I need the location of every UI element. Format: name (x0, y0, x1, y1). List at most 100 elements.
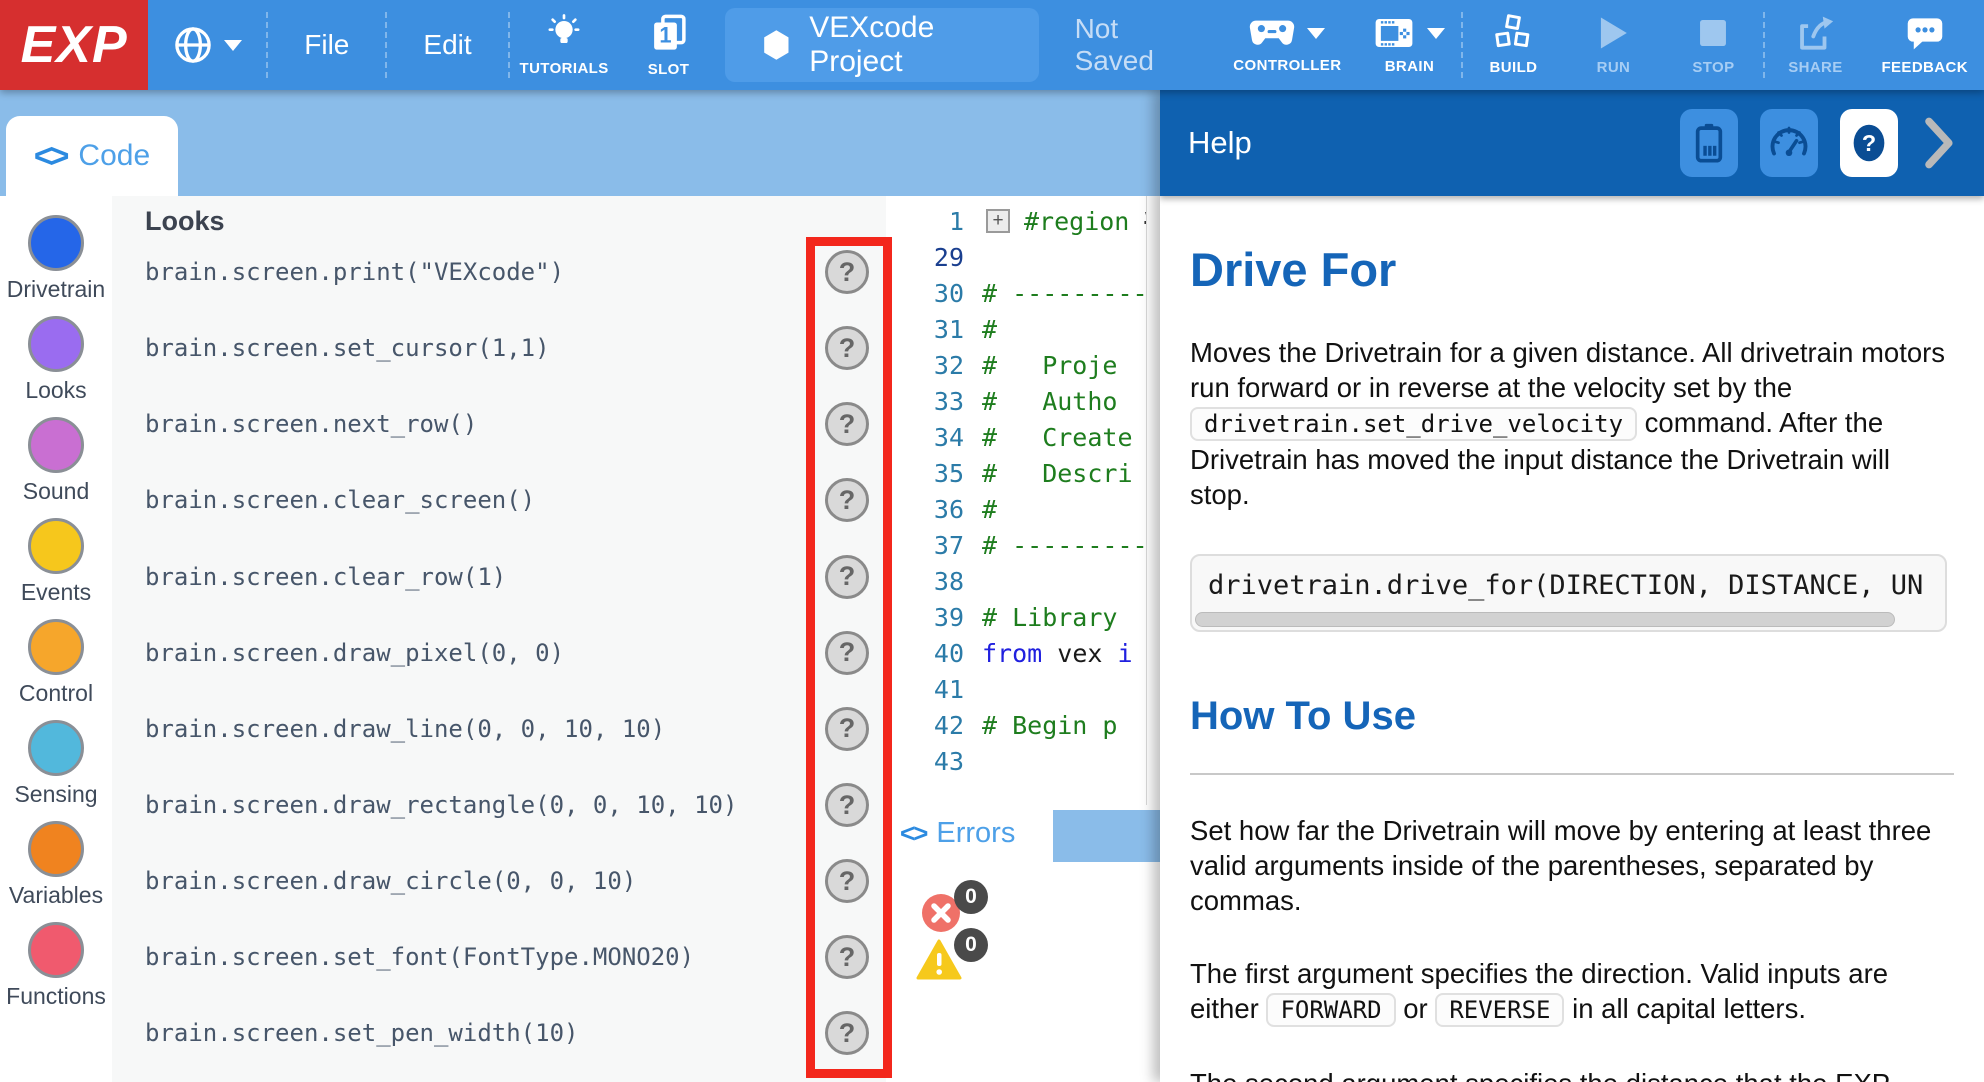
warning-count-badge: 0 (954, 928, 988, 962)
build-button[interactable]: BUILD (1463, 0, 1563, 90)
editor-line[interactable]: 42# Begin p (886, 707, 1160, 743)
editor-line[interactable]: 39# Library (886, 599, 1160, 635)
command-item[interactable]: brain.screen.draw_line(0, 0, 10, 10)? (112, 691, 886, 767)
command-text[interactable]: brain.screen.draw_rectangle(0, 0, 10, 10… (145, 791, 737, 819)
command-text[interactable]: brain.screen.print("VEXcode") (145, 258, 564, 286)
command-item[interactable]: brain.screen.draw_circle(0, 0, 10)? (112, 843, 886, 919)
command-text[interactable]: brain.screen.draw_line(0, 0, 10, 10) (145, 715, 665, 743)
command-help-button[interactable]: ? (825, 1011, 869, 1055)
error-count-badge: 0 (954, 880, 988, 914)
command-text[interactable]: brain.screen.clear_row(1) (145, 563, 506, 591)
share-button[interactable]: SHARE (1765, 0, 1865, 90)
brain-button[interactable]: BRAIN (1357, 0, 1461, 90)
category-color-circle[interactable] (28, 215, 84, 271)
file-menu[interactable]: File (268, 0, 385, 90)
command-text[interactable]: brain.screen.set_font(FontType.MONO20) (145, 943, 694, 971)
sidebar-category-events[interactable]: Events (0, 518, 112, 619)
command-item[interactable]: brain.screen.draw_pixel(0, 0)? (112, 615, 886, 691)
category-color-circle[interactable] (28, 619, 84, 675)
command-item[interactable]: brain.screen.clear_screen()? (112, 462, 886, 538)
line-number: 31 (886, 315, 964, 344)
tab-code[interactable]: <> Code (6, 116, 178, 196)
editor-line[interactable]: 38 (886, 563, 1160, 599)
editor-line[interactable]: 40from vex i (886, 635, 1160, 671)
editor-line[interactable]: 35# Descri (886, 455, 1160, 491)
command-item[interactable]: brain.screen.draw_rectangle(0, 0, 10, 10… (112, 767, 886, 843)
command-item[interactable]: brain.screen.print("VEXcode")? (112, 234, 886, 310)
project-name-button[interactable]: VEXcode Project (725, 8, 1039, 82)
command-help-button[interactable]: ? (825, 478, 869, 522)
command-text[interactable]: brain.screen.set_cursor(1,1) (145, 334, 550, 362)
stop-button[interactable]: STOP (1663, 0, 1763, 90)
controller-button[interactable]: CONTROLLER (1217, 0, 1357, 90)
feedback-button[interactable]: FEEDBACK (1865, 0, 1984, 90)
sidebar-category-control[interactable]: Control (0, 619, 112, 720)
editor-scrollbar[interactable] (1146, 196, 1160, 805)
stop-square-icon (1695, 14, 1731, 52)
command-help-button[interactable]: ? (825, 555, 869, 599)
command-item[interactable]: brain.screen.set_font(FontType.MONO20)? (112, 919, 886, 995)
editor-line[interactable]: 33# Autho (886, 383, 1160, 419)
sidebar-category-drivetrain[interactable]: Drivetrain (0, 215, 112, 316)
editor-line[interactable]: 36# (886, 491, 1160, 527)
editor-line[interactable]: 29 (886, 239, 1160, 275)
run-button[interactable]: RUN (1563, 0, 1663, 90)
device-info-button[interactable] (1680, 109, 1738, 177)
slot-button[interactable]: 1 SLOT (619, 0, 719, 90)
category-color-circle[interactable] (28, 720, 84, 776)
command-help-button[interactable]: ? (825, 935, 869, 979)
command-help-button[interactable]: ? (825, 326, 869, 370)
command-text[interactable]: brain.screen.draw_circle(0, 0, 10) (145, 867, 636, 895)
editor-line[interactable]: 1+#region VE (886, 203, 1160, 239)
sidebar-category-sound[interactable]: Sound (0, 417, 112, 518)
sidebar-category-looks[interactable]: Looks (0, 316, 112, 417)
project-name: VEXcode Project (809, 11, 1002, 79)
category-color-circle[interactable] (28, 821, 84, 877)
signature-scrollbar-thumb[interactable] (1195, 612, 1895, 627)
category-label: Sensing (14, 781, 97, 808)
editor-line[interactable]: 34# Create (886, 419, 1160, 455)
command-help-button[interactable]: ? (825, 631, 869, 675)
fold-expand-button[interactable]: + (986, 209, 1010, 233)
command-help-button[interactable]: ? (825, 707, 869, 751)
sidebar-category-functions[interactable]: Functions (0, 922, 112, 1023)
editor-line[interactable]: 30# ------------------ (886, 275, 1160, 311)
sidebar-category-sensing[interactable]: Sensing (0, 720, 112, 821)
command-help-button[interactable]: ? (825, 250, 869, 294)
command-item[interactable]: brain.screen.set_pen_width(10)? (112, 995, 886, 1071)
globe-icon (172, 24, 214, 66)
command-help-button[interactable]: ? (825, 859, 869, 903)
command-item[interactable]: brain.screen.clear_row(1)? (112, 539, 886, 615)
help-intro-paragraph: Moves the Drivetrain for a given distanc… (1190, 335, 1954, 512)
code-editor-panel[interactable]: 1+#region VE2930# ------------------31#3… (886, 196, 1160, 1082)
editor-line[interactable]: 32# Proje (886, 347, 1160, 383)
command-text[interactable]: brain.screen.draw_pixel(0, 0) (145, 639, 564, 667)
brain-icon (1373, 15, 1415, 51)
feedback-bubble-icon (1904, 14, 1946, 52)
editor-line[interactable]: 41 (886, 671, 1160, 707)
collapse-chevron-icon[interactable] (1920, 115, 1956, 171)
command-text[interactable]: brain.screen.set_pen_width(10) (145, 1019, 578, 1047)
editor-line[interactable]: 31# (886, 311, 1160, 347)
language-menu[interactable] (148, 0, 266, 90)
category-color-circle[interactable] (28, 922, 84, 978)
dashboard-button[interactable] (1760, 109, 1818, 177)
editor-line[interactable]: 43 (886, 743, 1160, 779)
line-number: 34 (886, 423, 964, 452)
edit-menu[interactable]: Edit (387, 0, 507, 90)
command-help-button[interactable]: ? (825, 402, 869, 446)
tab-errors[interactable]: <> Errors (886, 805, 1053, 862)
help-button[interactable]: ? (1840, 109, 1898, 177)
command-text[interactable]: brain.screen.next_row() (145, 410, 477, 438)
category-label: Functions (6, 983, 106, 1010)
editor-line[interactable]: 37# ------------------ (886, 527, 1160, 563)
command-text[interactable]: brain.screen.clear_screen() (145, 486, 535, 514)
tutorials-button[interactable]: TUTORIALS (510, 0, 619, 90)
sidebar-category-variables[interactable]: Variables (0, 821, 112, 922)
command-help-button[interactable]: ? (825, 783, 869, 827)
category-color-circle[interactable] (28, 417, 84, 473)
command-item[interactable]: brain.screen.set_cursor(1,1)? (112, 310, 886, 386)
command-item[interactable]: brain.screen.next_row()? (112, 386, 886, 462)
category-color-circle[interactable] (28, 518, 84, 574)
category-color-circle[interactable] (28, 316, 84, 372)
